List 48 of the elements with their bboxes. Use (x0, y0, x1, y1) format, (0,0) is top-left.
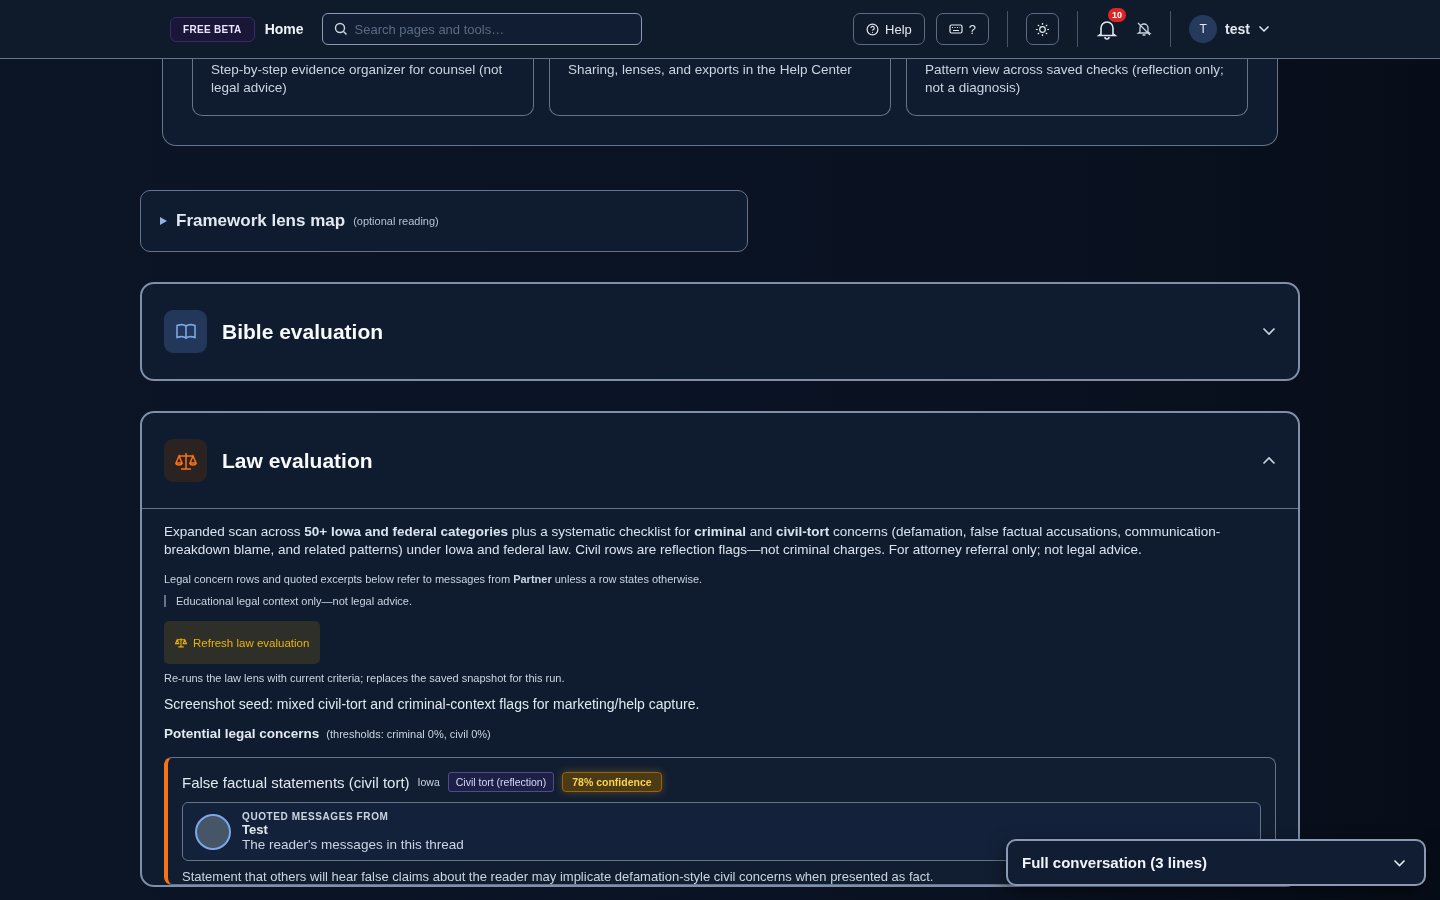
notification-count-badge: 10 (1108, 8, 1127, 22)
scope-note: Legal concern rows and quoted excerpts below refer to messages from Partner unless a row states otherwise. (164, 573, 704, 585)
keyboard-icon (948, 23, 963, 35)
theme-toggle-button[interactable] (1026, 13, 1060, 45)
search-icon (333, 22, 348, 36)
law-intro-text: Expanded scan across 50+ Iowa and federal categories plus a systematic checklist for criminal and civil-tort concerns (defamation, false factual accusations, communication-breakdown blame, and related patterns) under Iowa and federal law. Civil rows are reflection flags—not criminal charges. For attorney referral only; not legal advice. (164, 523, 1222, 559)
home-link[interactable]: Home (264, 21, 304, 37)
evaluation-header[interactable]: Law evaluation (142, 413, 1298, 509)
full-conversation-dropdown[interactable]: Full conversation (3 lines) (1006, 839, 1426, 886)
bell-icon[interactable] (1096, 18, 1119, 40)
avatar (195, 813, 231, 850)
category-tag: Civil tort (reflection) (447, 772, 555, 792)
refresh-law-evaluation-button[interactable]: Refresh law evaluation (164, 621, 321, 664)
beta-badge: FREE BETA (170, 16, 255, 42)
jurisdiction-label: Iowa (417, 776, 440, 788)
concerns-heading: Potential legal concerns (164, 726, 320, 741)
avatar: T (1189, 15, 1218, 43)
scales-icon (175, 637, 187, 648)
framework-note: (optional reading) (353, 215, 439, 227)
chevron-icon (1393, 858, 1406, 867)
chevron-icon (1262, 327, 1276, 336)
evaluation-header[interactable]: Bible evaluation (142, 284, 1298, 379)
muted-bell-icon[interactable] (1136, 21, 1153, 37)
framework-lens-map-toggle[interactable]: Framework lens map (optional reading) (140, 190, 748, 252)
evaluation-title: Law evaluation (222, 448, 374, 473)
quoted-description: The reader's messages in this thread (242, 837, 464, 852)
keyboard-shortcuts-button[interactable]: ? (935, 13, 990, 45)
concern-summary: Statement that others will hear false claims about the reader may implicate defamation-style civil concerns when presented as fact. (182, 869, 935, 884)
book-icon (164, 310, 207, 353)
seed-note: Screenshot seed: mixed civil-tort and criminal-context flags for marketing/help capture. (164, 696, 701, 712)
help-icon (866, 22, 880, 36)
quoted-label: QUOTED MESSAGES FROM (242, 811, 390, 822)
search-field[interactable]: Search pages and tools… (321, 13, 642, 45)
refresh-hint: Re-runs the law lens with current criteria; replaces the saved snapshot for this run. (164, 672, 566, 684)
confidence-badge: 78% confidence (562, 772, 662, 792)
quoted-name: Test (242, 822, 269, 837)
disclaimer-quote: Educational legal context only—not legal advice. (164, 595, 1276, 607)
user-name: test (1225, 21, 1250, 37)
sun-icon (1035, 21, 1051, 37)
chevron-down-icon (1258, 25, 1270, 33)
user-menu-button[interactable]: T test (1189, 15, 1270, 43)
thresholds-note: (thresholds: criminal 0%, civil 0%) (326, 728, 491, 740)
concern-title: False factual statements (civil tort) (182, 773, 410, 791)
chevron-icon (1262, 456, 1276, 465)
scales-icon (164, 439, 207, 482)
help-button[interactable]: Help (853, 13, 925, 45)
framework-title: Framework lens map (176, 211, 346, 231)
evaluation-title: Bible evaluation (222, 319, 385, 344)
